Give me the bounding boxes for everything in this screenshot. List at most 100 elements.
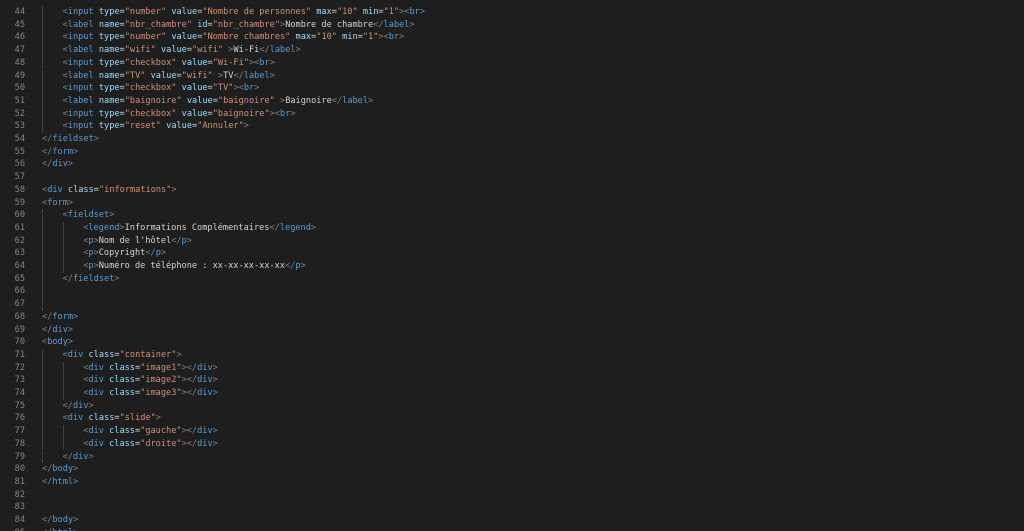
code-tag: br: [243, 83, 255, 94]
code-punctuation: >: [212, 438, 218, 449]
code-tag: div: [197, 426, 213, 437]
code-line[interactable]: 77 <div class="gauche"></div>: [0, 425, 1024, 438]
code-punctuation: ></: [181, 375, 198, 386]
code-line[interactable]: 52 <input type="checkbox" value="baignoir…: [0, 107, 1024, 121]
code-tag: input: [67, 83, 94, 94]
line-number: 67: [14, 299, 25, 310]
indent-guide: [42, 234, 43, 248]
code-string: "Nombre chambres": [202, 32, 291, 43]
code-line[interactable]: 51 <label name="baignoire" value="baignoi…: [0, 94, 1024, 108]
code-line[interactable]: 75 </div>: [0, 399, 1024, 413]
code-line[interactable]: 53 <input type="reset" value="Annuler">: [0, 120, 1024, 133]
code-editor[interactable]: 44 <input type="number" value="Nombre de …: [0, 0, 1024, 531]
code-tag: body: [52, 464, 74, 475]
code-line[interactable]: 74 <div class="image3"></div>: [0, 387, 1024, 400]
code-line[interactable]: 46 <input type="number" value="Nombre cha…: [0, 31, 1024, 45]
code-string: "TV": [124, 70, 146, 81]
code-string: "number": [124, 32, 167, 43]
line-content: </div>: [42, 324, 73, 337]
code-tag: div: [72, 451, 89, 462]
code-punctuation: </: [259, 45, 270, 56]
indent-guide: [62, 374, 64, 387]
code-line[interactable]: 66: [0, 285, 1024, 299]
code-line[interactable]: 83: [0, 501, 1024, 514]
line-content: <input type="reset" value="Annuler">: [63, 120, 249, 133]
code-line[interactable]: 55 </form>: [0, 146, 1024, 159]
code-punctuation: </: [62, 400, 73, 411]
code-attribute: class: [88, 349, 115, 360]
code-string: "baignoire": [217, 95, 275, 106]
indent-guide: [42, 361, 43, 375]
code-punctuation: </: [42, 311, 53, 322]
code-string: "10": [316, 32, 337, 43]
code-line[interactable]: 72 <div class="image1"></div>: [0, 361, 1024, 375]
indent-guide: [42, 31, 43, 45]
code-line[interactable]: 62 <p>Nom de l'hôtel</p>: [0, 234, 1024, 248]
code-tag: form: [47, 197, 68, 208]
code-line[interactable]: 49 <label name="TV" value="wifi" >TV</lab…: [0, 69, 1024, 83]
code-line[interactable]: 79 </div>: [0, 450, 1024, 464]
code-line[interactable]: 56 </div>: [0, 158, 1024, 171]
indent-guide: [62, 260, 64, 273]
line-number: 66: [14, 286, 25, 297]
code-line[interactable]: 65 </fieldset>: [0, 272, 1024, 286]
code-line[interactable]: 76 <div class="slide">: [0, 412, 1024, 426]
code-punctuation: </: [42, 146, 53, 157]
code-attribute: value: [150, 70, 177, 81]
code-tag: div: [88, 375, 104, 386]
code-line[interactable]: 47 <label name="wifi" value="wifi" >Wi-Fi…: [0, 44, 1024, 57]
code-line[interactable]: 61 <legend>Informations Complémentaires</…: [0, 221, 1024, 235]
code-line[interactable]: 85 </html>: [0, 527, 1024, 531]
code-line[interactable]: 64 <p>Numéro de téléphone : xx-xx-xx-xx-x…: [0, 260, 1024, 273]
line-content: </div>: [63, 451, 94, 464]
code-text: Numéro de téléphone : xx-xx-xx-xx-xx: [98, 261, 286, 271]
code-punctuation: >: [73, 146, 79, 157]
code-line[interactable]: 58 <div class="informations">: [0, 184, 1024, 197]
code-tag: fieldset: [67, 210, 110, 221]
code-punctuation: </: [331, 95, 343, 106]
code-attribute: id: [197, 19, 208, 30]
code-line[interactable]: 81 </html>: [0, 476, 1024, 489]
code-line[interactable]: 71 <div class="container">: [0, 348, 1024, 362]
code-line[interactable]: 45 <label name="nbr_chambre" id="nbr_cham…: [0, 18, 1024, 32]
code-attribute: class: [109, 438, 135, 449]
indent-guide: [42, 450, 43, 464]
code-punctuation: </: [145, 248, 156, 259]
code-line[interactable]: 84 </body>: [0, 514, 1024, 527]
code-tag: label: [67, 45, 94, 56]
code-line[interactable]: 60 <fieldset>: [0, 209, 1024, 222]
code-line[interactable]: 73 <div class="image2"></div>: [0, 374, 1024, 387]
code-line[interactable]: 59 <form>: [0, 197, 1024, 210]
code-punctuation: >: [73, 515, 79, 525]
code-line[interactable]: 50 <input type="checkbox" value="TV"><br>: [0, 82, 1024, 95]
line-number: 47: [14, 45, 25, 56]
indent-guide: [62, 425, 64, 438]
line-number: 70: [14, 337, 25, 348]
line-content: <input type="checkbox" value="Wi-Fi"><br…: [63, 57, 275, 70]
code-tag: label: [342, 95, 369, 106]
code-attribute: name: [98, 19, 120, 30]
code-line[interactable]: 78 <div class="droite"></div>: [0, 437, 1024, 451]
code-line[interactable]: 82: [0, 489, 1024, 502]
code-attribute: class: [109, 388, 135, 398]
code-line[interactable]: 48 <input type="checkbox" value="Wi-Fi"><…: [0, 56, 1024, 70]
code-line[interactable]: 70 <body>: [0, 336, 1024, 349]
code-line[interactable]: 80 </body>: [0, 463, 1024, 476]
line-number: 71: [14, 349, 25, 360]
code-line[interactable]: 67: [0, 298, 1024, 311]
code-line[interactable]: 68 </form>: [0, 311, 1024, 324]
code-line[interactable]: 63 <p>Copyright</p>: [0, 247, 1024, 260]
code-line[interactable]: 69 </div>: [0, 324, 1024, 337]
line-number: 83: [14, 502, 25, 513]
code-attribute: max: [316, 7, 332, 17]
code-line[interactable]: 44 <input type="number" value="Nombre de …: [0, 6, 1024, 19]
code-line[interactable]: 54 </fieldset>: [0, 133, 1024, 146]
indent-guide: [42, 374, 43, 387]
line-number: 44: [14, 7, 25, 17]
code-punctuation: >: [269, 57, 275, 68]
code-tag: div: [197, 362, 213, 373]
code-tag: fieldset: [72, 273, 115, 284]
code-line[interactable]: 57: [0, 171, 1024, 184]
code-attribute: min: [362, 7, 379, 17]
line-number: 68: [14, 311, 25, 322]
